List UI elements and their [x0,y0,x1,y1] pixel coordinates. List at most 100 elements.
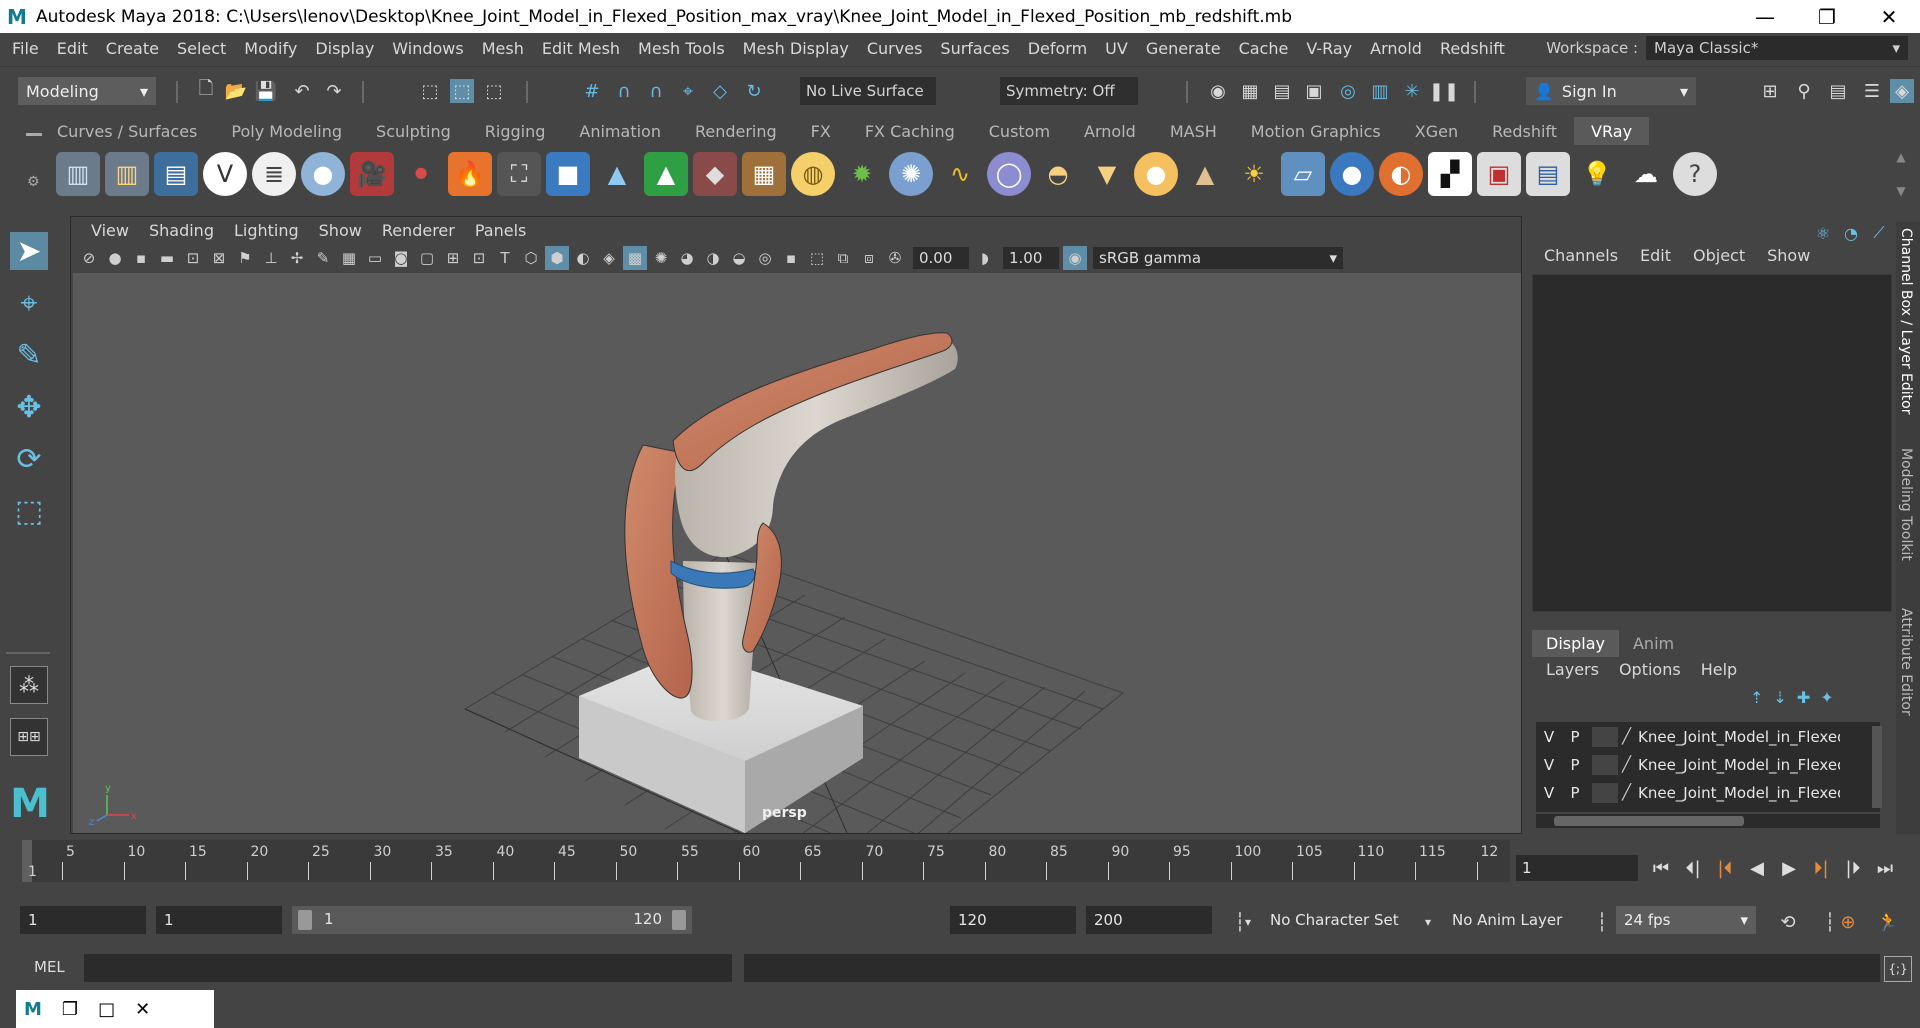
channel-box-toggle-icon[interactable]: ⚛ [1812,222,1834,244]
layer-visibility-toggle[interactable]: V [1536,784,1562,802]
select-tool-icon[interactable]: ➤ [10,232,48,270]
hscroll-thumb[interactable] [1554,816,1744,826]
vray-proxy-icon[interactable]: ◆ [693,152,737,196]
layer-display-type[interactable] [1592,755,1618,775]
depth-of-field-icon[interactable]: ◑ [701,246,725,270]
hypershade-icon[interactable]: ◎ [1336,79,1360,103]
time-slider[interactable]: 1 5 10 15 20 25 30 35 40 45 50 55 60 65 70 75 80 85 90 95 1… [20,840,1510,882]
safe-action-icon[interactable]: ▦ [337,246,361,270]
vray-ies-icon[interactable]: ▲ [1183,152,1227,196]
new-layer-selected-icon[interactable]: ✦ [1820,688,1833,707]
tool-settings-icon[interactable]: ▤ [1826,79,1850,103]
sign-in-button[interactable]: 👤 Sign In ▾ [1526,77,1696,105]
vray-box-icon[interactable]: ■ [546,152,590,196]
viewport-menu-shading[interactable]: Shading [139,221,224,240]
shelf-tab-fx[interactable]: FX [794,117,848,145]
shadows-icon[interactable]: ◈ [597,246,621,270]
layer-menu-help[interactable]: Help [1701,660,1737,679]
attribute-editor-icon[interactable]: ⚲ [1792,79,1816,103]
minimized-window[interactable]: M ❐ □ ✕ [16,990,214,1028]
menu-create[interactable]: Create [97,39,168,58]
resolution-gate-2-icon[interactable]: ⬚ [805,246,829,270]
vray-curve-icon[interactable]: ∿ [938,152,982,196]
xray-icon[interactable]: ▩ [623,246,647,270]
attribute-toggle-icon[interactable]: ◔ [1840,222,1862,244]
layer-name[interactable]: Knee_Joint_Model_in_Flexed [1638,728,1840,746]
shelf-tab-curves-surfaces[interactable]: Curves / Surfaces [40,117,214,145]
step-forward-frame-icon[interactable]: |⏵ [1840,853,1866,883]
layer-list-hscrollbar[interactable] [1536,814,1880,828]
layer-playback-toggle[interactable]: P [1562,756,1588,774]
menu-mesh-display[interactable]: Mesh Display [734,39,858,58]
live-surface-field[interactable]: No Live Surface [800,77,936,105]
ambient-occlusion-icon[interactable]: ✺ [649,246,673,270]
channel-box-menu-show[interactable]: Show [1767,246,1810,265]
menu-arnold[interactable]: Arnold [1361,39,1431,58]
animation-preferences-icon[interactable]: 🏃 [1876,910,1900,934]
play-forwards-icon[interactable]: ▶ [1776,853,1802,883]
save-scene-icon[interactable]: 💾 [254,79,278,103]
safe-title-icon[interactable]: ▭ [363,246,387,270]
gate-mask-2-icon[interactable]: ⧉ [831,246,855,270]
tab-display[interactable]: Display [1532,630,1619,657]
camera-gate-icon[interactable]: ⊥ [259,246,283,270]
menu-mesh-tools[interactable]: Mesh Tools [629,39,734,58]
vray-logo-icon[interactable]: V [203,152,247,196]
layer-display-type[interactable] [1592,727,1618,747]
wireframe-on-shaded-icon[interactable]: T [493,246,517,270]
snap-surface-icon[interactable]: ◇ [708,79,732,103]
menu-deform[interactable]: Deform [1019,39,1096,58]
side-tab-modeling-toolkit[interactable]: Modeling Toolkit [1898,448,1914,561]
menu-edit[interactable]: Edit [48,39,97,58]
vray-sphere-light-icon[interactable]: ◓ [1036,152,1080,196]
shelf-tab-rigging[interactable]: Rigging [468,117,563,145]
step-forward-key-icon[interactable]: ⏵| [1808,853,1834,883]
2d-pan-zoom-icon[interactable]: ⊡ [181,246,205,270]
range-slider[interactable]: 1 120 [292,906,692,934]
viewport-menu-view[interactable]: View [81,221,139,240]
menu-surfaces[interactable]: Surfaces [931,39,1018,58]
chevron-up-icon[interactable]: ▲ [1896,150,1905,164]
auto-key-icon[interactable]: ⊕ [1836,910,1860,934]
camera-attributes-icon[interactable]: ● [103,246,127,270]
shelf-tab-vray[interactable]: VRay [1574,117,1650,145]
vray-checker-icon[interactable]: ▞ [1428,152,1472,196]
shelf-scroll[interactable]: ▲ ▼ [1894,150,1908,198]
tool-settings-toggle-icon[interactable]: ⟋ [1868,222,1890,244]
chevron-down-icon[interactable]: ▾ [1236,910,1260,934]
fps-dropdown[interactable]: 24 fps ▾ [1616,906,1756,934]
shelf-tab-xgen[interactable]: XGen [1398,117,1475,145]
vray-sun-icon[interactable]: ● [1134,152,1178,196]
layer-playback-toggle[interactable]: P [1562,728,1588,746]
range-end-handle[interactable] [672,910,686,930]
layer-row[interactable]: V P ╱ Knee_Joint_Model_in_Flexed [1536,724,1866,750]
menu-vray[interactable]: V-Ray [1297,39,1361,58]
maximize-button[interactable]: ❐ [1796,0,1858,33]
layer-color-icon[interactable]: ╱ [1622,783,1638,803]
layer-list-scrollbar[interactable] [1872,726,1882,808]
animation-start-field[interactable]: 1 [20,906,146,934]
smooth-shade-icon[interactable]: ⊡ [467,246,491,270]
xray-components-icon[interactable]: ▪ [779,246,803,270]
layer-row[interactable]: V P ╱ Knee_Joint_Model_in_Flexed [1536,780,1866,806]
character-set-label[interactable]: No Character Set [1270,906,1399,934]
vray-particles-icon[interactable]: ✺ [889,152,933,196]
script-editor-icon[interactable]: {;} [1884,956,1912,982]
menu-cache[interactable]: Cache [1230,39,1298,58]
layer-color-icon[interactable]: ╱ [1622,727,1638,747]
shelf-tab-redshift[interactable]: Redshift [1475,117,1574,145]
channel-box-menu-channels[interactable]: Channels [1544,246,1618,265]
command-input[interactable] [84,954,732,982]
select-object-icon[interactable]: ⬚ [450,79,474,103]
wireframe-icon[interactable]: ⊞ [441,246,465,270]
workspace-dropdown[interactable]: Maya Classic* ▾ [1646,36,1908,60]
menu-redshift[interactable]: Redshift [1431,39,1514,58]
layer-name[interactable]: Knee_Joint_Model_in_Flexed [1638,784,1840,802]
shelf-tab-animation[interactable]: Animation [562,117,678,145]
vray-script-icon[interactable]: ≣ [252,152,296,196]
xray-joints-icon[interactable]: ◎ [753,246,777,270]
select-component-icon[interactable]: ⬚ [482,79,506,103]
anim-layer-label[interactable]: No Anim Layer [1452,906,1562,934]
maximize-icon[interactable]: □ [98,999,115,1020]
menu-generate[interactable]: Generate [1137,39,1230,58]
